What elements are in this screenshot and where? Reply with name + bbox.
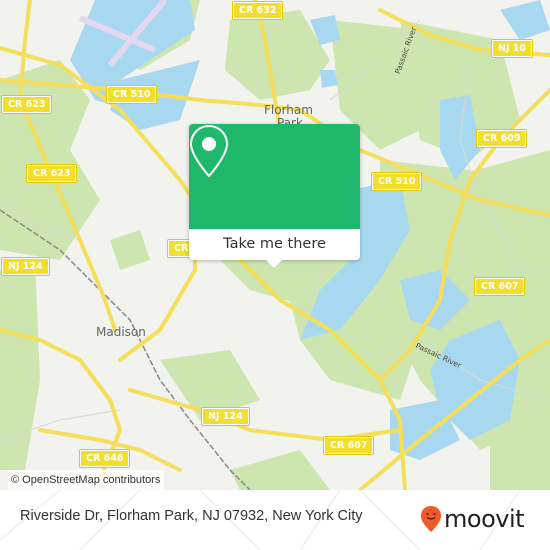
map-pin-icon <box>189 124 229 178</box>
destination-popup: Take me there <box>189 124 360 268</box>
road-shield-cr632: CR 632 <box>231 1 284 20</box>
place-label-florham: Florham <box>264 103 313 117</box>
map-attribution[interactable]: © OpenStreetMap contributors <box>8 470 165 490</box>
popup-pointer <box>266 260 282 268</box>
moovit-wordmark: moovit <box>444 505 525 533</box>
place-label-madison: Madison <box>96 325 146 339</box>
take-me-there-button[interactable]: Take me there <box>189 229 360 260</box>
road-shield-cr623: CR 623 <box>0 95 53 114</box>
road-shield-nj10: NJ 10 <box>490 39 534 58</box>
destination-address: Riverside Dr, Florham Park, NJ 07932, Ne… <box>20 508 363 524</box>
road-shield-cr646: CR 646 <box>78 449 131 468</box>
road-shield-nj124: NJ 124 <box>201 407 250 426</box>
road-shield-cr607: CR 607 <box>322 436 375 455</box>
moovit-pin-icon <box>421 506 441 532</box>
road-shield-cr623: CR 623 <box>25 164 78 183</box>
moovit-logo: moovit <box>420 504 525 534</box>
road-shield-cr510: CR 510 <box>105 85 158 104</box>
road-shield-cr609: CR 609 <box>475 129 528 148</box>
footer: Riverside Dr, Florham Park, NJ 07932, Ne… <box>0 490 550 550</box>
road-shield-cr607: CR 607 <box>473 277 526 296</box>
map[interactable]: CR 632 NJ 10 CR 623 CR 510 CR 623 CR 609… <box>0 0 550 490</box>
road-shield-cr510: CR 510 <box>370 172 423 191</box>
popup-header <box>189 124 360 229</box>
road-shield-nj124: NJ 124 <box>1 257 50 276</box>
